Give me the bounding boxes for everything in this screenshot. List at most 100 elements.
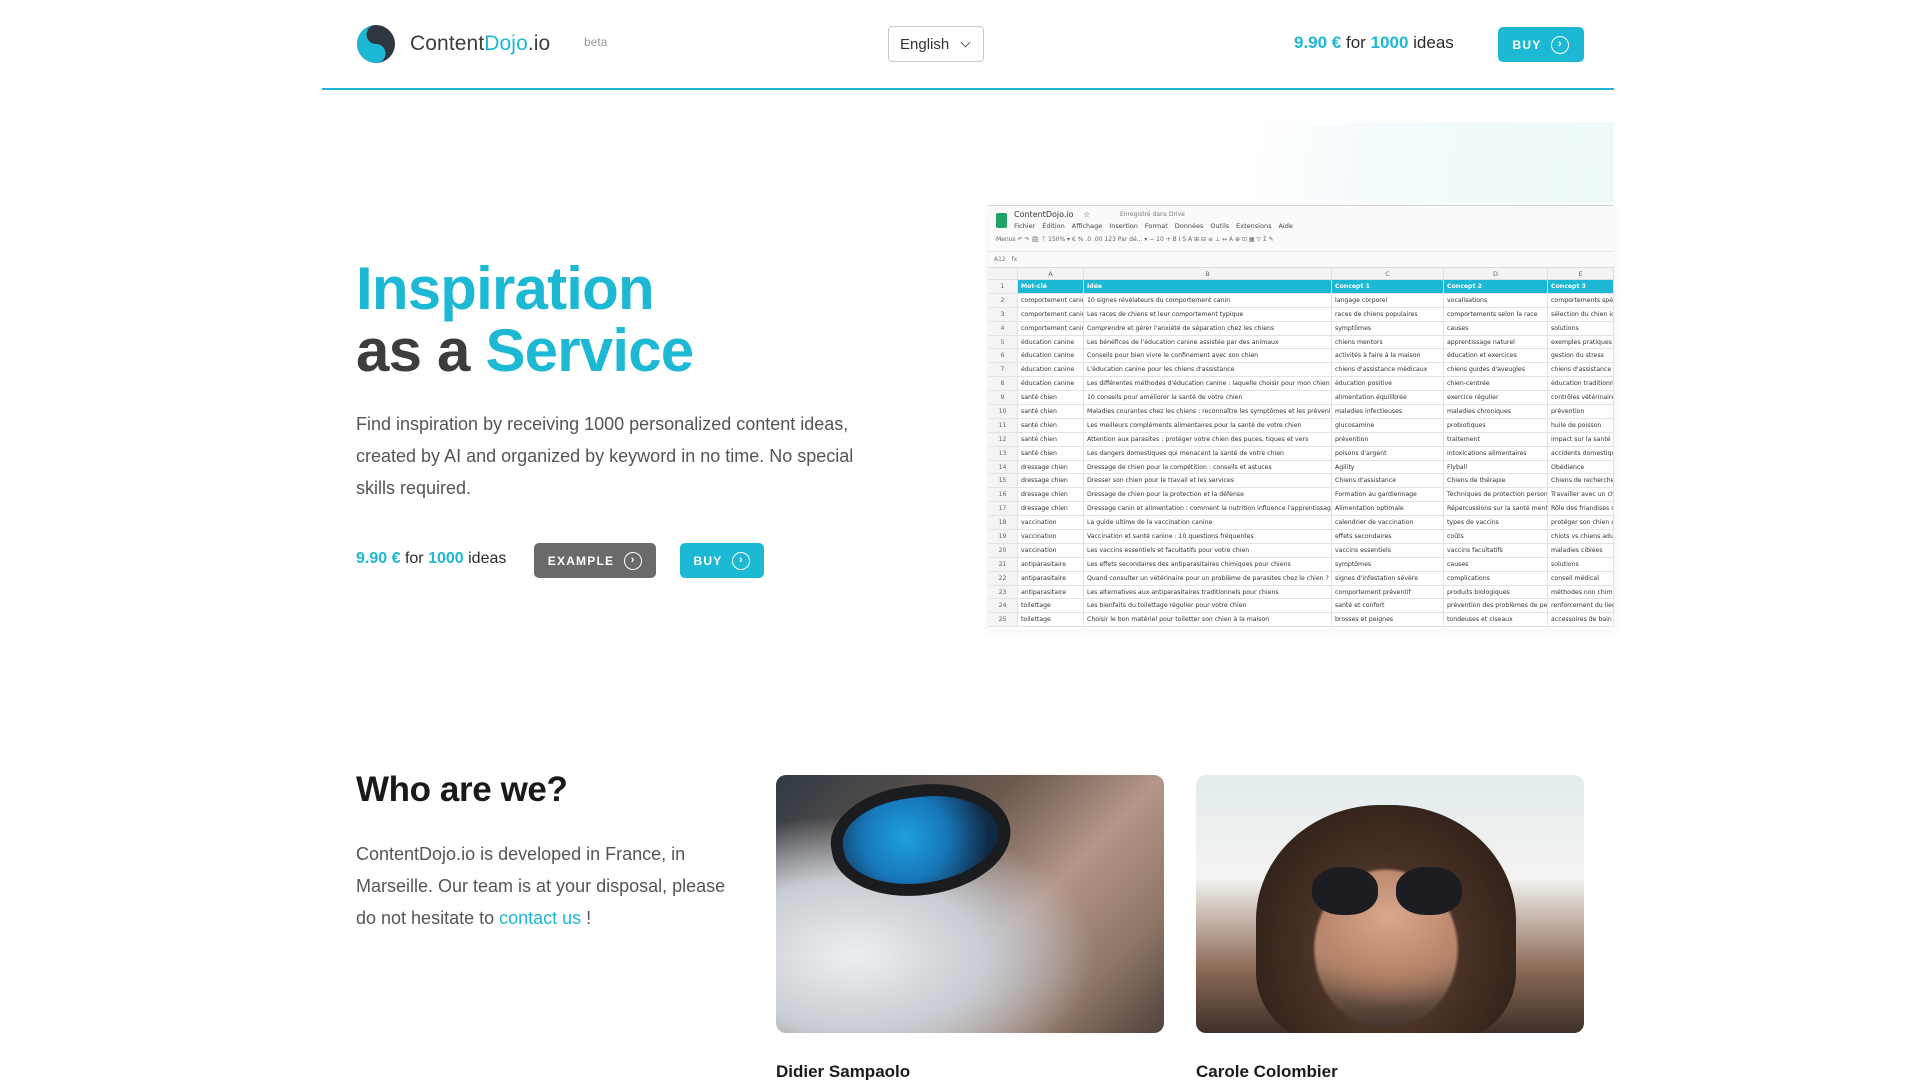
table-cell: Maladies courantes chez les chiens : rec…: [1084, 405, 1332, 418]
table-row: 4 comportement canin Comprendre et gérer l…: [988, 321, 1614, 336]
table-cell: Chiens de recherche et: [1548, 474, 1614, 488]
contact-link[interactable]: contact us: [499, 908, 581, 928]
row-number: 2: [988, 293, 1018, 307]
table-cell: Dresser son chien pour le travail et les…: [1084, 474, 1332, 488]
team-member-name: Didier Sampaolo: [776, 1062, 911, 1080]
table-cell: exercice régulier: [1444, 391, 1548, 405]
hero-title: Inspiration as a Service: [356, 255, 694, 384]
table-cell: santé chien: [1018, 418, 1084, 432]
row-number: 1: [988, 280, 1018, 293]
table-cell: accidents domestiques: [1548, 446, 1614, 460]
table-cell: renforcement du lien a: [1548, 599, 1614, 613]
spreadsheet-menu-item: Format: [1144, 222, 1168, 230]
table-cell: chiens d'assistance psy: [1548, 363, 1614, 377]
table-cell: Attention aux parasites : protéger votre…: [1084, 432, 1332, 446]
table-cell: Flyball: [1444, 460, 1548, 474]
sunglasses-lens: [1396, 867, 1462, 915]
table-cell: éducation traditionnel: [1548, 377, 1614, 391]
row-number: 7: [988, 363, 1018, 377]
spreadsheet-toolbar: ContentDojo.io ☆ Enregistré dans Drive F…: [988, 206, 1614, 268]
table-row: 9 santé chien 10 conseils pour améliorer l…: [988, 391, 1614, 406]
table-cell: coûts: [1444, 530, 1548, 543]
team-photo: [776, 775, 1164, 1033]
example-button[interactable]: EXAMPLE ›: [534, 543, 656, 578]
row-number: 11: [988, 418, 1018, 432]
spreadsheet-menu-item: Insertion: [1109, 222, 1138, 230]
hero-price: 9.90 € for 1000 ideas: [356, 550, 507, 567]
site-header: ContentDojo.io beta English 9.90 € for 1…: [322, 0, 1614, 90]
table-cell: éducation et exercices: [1444, 349, 1548, 363]
chevron-down-icon: [960, 37, 971, 48]
table-cell: gestion du stress: [1548, 349, 1614, 363]
header-buy-button[interactable]: BUY ›: [1498, 27, 1584, 62]
row-number: 6: [988, 349, 1018, 363]
column-header: E: [1548, 268, 1614, 279]
table-cell: Formation au gardiennage: [1332, 488, 1444, 502]
brand-name: ContentDojo.io: [410, 32, 551, 55]
table-cell: Les alternatives aux antiparasitaires tr…: [1084, 585, 1332, 599]
table-cell: solutions: [1548, 321, 1614, 335]
spreadsheet-body: 1 Mot-clé Idée Concept 1 Concept 2 Concept 32…: [988, 280, 1614, 628]
table-cell: symptômes: [1332, 321, 1444, 335]
table-cell: La guide ultime de la vaccination canine: [1084, 516, 1332, 530]
table-cell: santé chien: [1018, 432, 1084, 446]
table-cell: antiparasitaire: [1018, 585, 1084, 599]
table-cell: dressage chien: [1018, 460, 1084, 474]
table-cell: vaccins essentiels: [1332, 543, 1444, 557]
table-cell: Idée: [1084, 280, 1332, 293]
team-photo: [1196, 775, 1584, 1033]
table-cell: vocalisations: [1444, 293, 1548, 307]
table-cell: glucosamine: [1332, 418, 1444, 432]
table-cell: traitement: [1444, 432, 1548, 446]
team-title: Who are we?: [356, 770, 568, 809]
table-row: 10 santé chien Maladies courantes chez les…: [988, 405, 1614, 419]
row-number: 4: [988, 321, 1018, 335]
table-cell: santé chien: [1018, 446, 1084, 460]
row-number: 8: [988, 377, 1018, 391]
table-cell: méthodes non chimiqu: [1548, 585, 1614, 599]
table-cell: antiparasitaire: [1018, 571, 1084, 585]
table-cell: comportement canin: [1018, 293, 1084, 307]
table-cell: comportement préventif: [1332, 585, 1444, 599]
spreadsheet-menu-item: Outils: [1210, 222, 1230, 230]
table-cell: complications: [1444, 571, 1548, 585]
table-cell: éducation canine: [1018, 377, 1084, 391]
table-cell: races de chiens populaires: [1332, 307, 1444, 321]
row-number: 21: [988, 557, 1018, 571]
hero-buy-button[interactable]: BUY ›: [680, 543, 764, 578]
table-cell: toilettage: [1018, 613, 1084, 627]
table-cell: Les effets secondaires des antiparasitai…: [1084, 557, 1332, 571]
table-cell: Dressage de chien pour la protection et …: [1084, 488, 1332, 502]
table-row: 12 santé chien Attention aux parasites : p…: [988, 432, 1614, 447]
row-number: 19: [988, 530, 1018, 543]
arrow-right-circle-icon: ›: [732, 551, 751, 570]
saved-status: Enregistré dans Drive: [1120, 211, 1185, 218]
row-number: 15: [988, 474, 1018, 488]
hero-decoration: [1250, 122, 1614, 202]
star-icon: ☆: [1083, 210, 1091, 219]
arrow-right-circle-icon: ›: [624, 551, 643, 570]
table-cell: Quand consulter un vétérinaire pour un p…: [1084, 571, 1332, 585]
table-cell: 10 conseils pour améliorer la santé de v…: [1084, 391, 1332, 405]
spreadsheet-preview: ContentDojo.io ☆ Enregistré dans Drive F…: [988, 205, 1614, 630]
table-cell: Chiens de thérapie: [1444, 474, 1548, 488]
table-cell: langage corporel: [1332, 293, 1444, 307]
table-cell: symptômes: [1332, 557, 1444, 571]
table-cell: comportement canin: [1018, 307, 1084, 321]
table-cell: Les vaccins essentiels et facultatifs po…: [1084, 543, 1332, 557]
table-cell: Les dangers domestiques qui menacent la …: [1084, 446, 1332, 460]
row-number: 3: [988, 307, 1018, 321]
language-select[interactable]: English: [888, 26, 984, 62]
table-cell: vaccins facultatifs: [1444, 543, 1548, 557]
table-row: 18 vaccination La guide ultime de la vacci…: [988, 516, 1614, 531]
table-cell: signes d'infestation sévère: [1332, 571, 1444, 585]
header-price: 9.90 € for 1000 ideas: [1294, 33, 1454, 52]
logo[interactable]: ContentDojo.io beta: [356, 24, 607, 64]
spreadsheet-menu: Fichier Édition Affichage Insertion Format Do…: [1014, 222, 1293, 230]
table-cell: chien-centrée: [1444, 377, 1548, 391]
table-cell: Travailler avec un chien: [1548, 488, 1614, 502]
table-cell: santé et confort: [1332, 599, 1444, 613]
table-cell: comportements spécif: [1548, 293, 1614, 307]
table-cell: Mot-clé: [1018, 280, 1084, 293]
table-cell: Rôle des friandises dan: [1548, 502, 1614, 516]
